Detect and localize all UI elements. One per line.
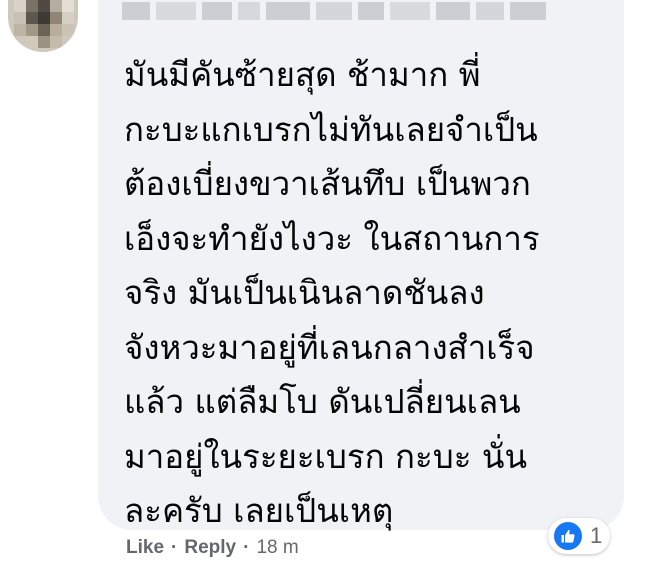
timestamp[interactable]: 18 m bbox=[256, 537, 298, 559]
comment-line: มันมีคันซ้ายสุด ช้ามาก พี่ bbox=[124, 55, 481, 94]
comment-line: จังหวะมาอยู่ที่เลนกลางสำเร็จ bbox=[124, 327, 535, 367]
separator-dot: · bbox=[243, 537, 250, 558]
comment-line: กะบะแกเบรกไม่ทันเลยจำเป็น bbox=[124, 109, 538, 149]
comment-line: มาอยู่ในระยะเบรก กะบะ นั่น bbox=[124, 436, 528, 476]
comment-line: ละครับ เลยเป็นเหตุ bbox=[124, 491, 394, 530]
comment-text: มันมีคันซ้ายสุด ช้ามาก พี่ กะบะแกเบรกไม่… bbox=[124, 48, 614, 539]
comment-container: มันมีคันซ้ายสุด ช้ามาก พี่ กะบะแกเบรกไม่… bbox=[0, 0, 650, 566]
avatar[interactable] bbox=[8, 0, 78, 52]
comment-line: จริง มันเป็นเนินลาดชันลง bbox=[124, 273, 485, 312]
like-icon bbox=[552, 520, 584, 552]
separator-dot: · bbox=[171, 537, 178, 558]
comment-line: เอ็งจะทำยังไงวะ ในสถานการ bbox=[124, 218, 540, 258]
comment-line: ต้องเบี่ยงขวาเส้นทึบ เป็นพวก bbox=[124, 164, 531, 203]
reaction-count: 1 bbox=[590, 523, 603, 548]
like-button[interactable]: Like bbox=[126, 537, 164, 559]
author-name-redacted[interactable] bbox=[122, 2, 546, 22]
reply-button[interactable]: Reply bbox=[184, 537, 236, 559]
reaction-summary[interactable]: 1 bbox=[548, 518, 611, 554]
comment-line: แล้ว แต่ลืมโบ ดันเปลี่ยนเลน bbox=[124, 382, 521, 421]
comment-actions: Like · Reply · 18 m bbox=[126, 537, 299, 559]
